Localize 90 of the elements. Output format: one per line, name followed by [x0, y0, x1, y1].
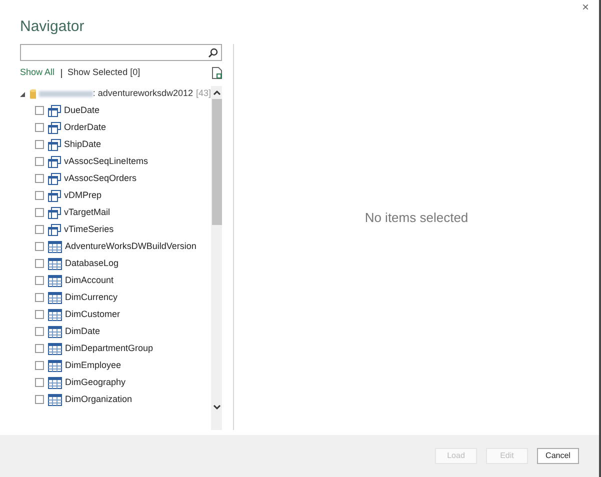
tree-item[interactable]: OrderDate [20, 119, 211, 136]
tree-item[interactable]: ShipDate [20, 136, 211, 153]
table-icon [48, 274, 62, 286]
table-icon [48, 326, 62, 338]
item-label: DatabaseLog [65, 256, 119, 270]
checkbox[interactable] [35, 395, 44, 404]
item-label: DimOrganization [65, 392, 132, 406]
tree-item[interactable]: DimDate [20, 323, 211, 340]
item-label: DimEmployee [65, 358, 122, 372]
checkbox[interactable] [35, 106, 44, 115]
view-icon [48, 190, 61, 202]
database-icon [30, 89, 36, 99]
checkbox[interactable] [35, 174, 44, 183]
item-label: vAssocSeqLineItems [64, 154, 148, 168]
tree-item[interactable]: DimDepartmentGroup [20, 340, 211, 357]
table-icon [48, 394, 62, 406]
tree-item[interactable]: vDMPrep [20, 187, 211, 204]
item-label: DueDate [64, 104, 100, 117]
table-icon [48, 376, 62, 388]
tree-item[interactable]: DatabaseLog [20, 255, 211, 272]
table-icon [48, 240, 62, 252]
checkbox[interactable] [35, 378, 44, 387]
tree-item[interactable]: vAssocSeqOrders [20, 170, 211, 187]
tree-item[interactable]: DueDate [20, 102, 211, 119]
empty-message: No items selected [364, 208, 468, 227]
table-icon [48, 258, 62, 270]
search-icon [208, 48, 218, 58]
item-count: [43] [196, 87, 211, 100]
item-label: vTimeSeries [64, 222, 114, 236]
checkbox[interactable] [35, 191, 44, 200]
view-icon [48, 156, 61, 168]
item-label: DimCustomer [65, 308, 120, 321]
checkbox[interactable] [35, 225, 44, 234]
checkbox[interactable] [35, 327, 44, 336]
view-icon [48, 206, 61, 218]
filter-link[interactable]: Show All [20, 66, 55, 80]
tree-item[interactable]: DimEmployee [20, 357, 211, 374]
view-icon [48, 104, 61, 116]
tree-item[interactable]: vAssocSeqLineItems [20, 153, 211, 170]
view-icon [48, 224, 61, 236]
item-label: OrderDate [64, 120, 106, 134]
close-button[interactable]: × [578, 1, 593, 13]
item-label: AdventureWorksDWBuildVersion [65, 240, 196, 253]
expand-arrow-icon[interactable] [20, 92, 25, 96]
table-icon [48, 342, 62, 354]
checkbox[interactable] [35, 276, 44, 285]
checkbox[interactable] [35, 208, 44, 217]
search-field[interactable] [20, 44, 222, 61]
checkbox[interactable] [35, 140, 44, 149]
item-label: ShipDate [64, 138, 102, 151]
scroll-down-icon[interactable] [212, 405, 220, 410]
tree-item[interactable]: DimOrganization [20, 391, 211, 408]
tree-item[interactable]: vTimeSeries [20, 221, 211, 238]
view-icon [48, 172, 61, 184]
tree-item[interactable]: DimAccount [20, 272, 211, 289]
table-icon [48, 360, 62, 372]
checkbox[interactable] [35, 123, 44, 132]
item-label: DimAccount [65, 274, 114, 287]
checkbox[interactable] [35, 259, 44, 268]
view-icon [48, 122, 61, 134]
view-icon [48, 138, 61, 150]
item-label: vAssocSeqOrders [64, 172, 137, 185]
dialog-button[interactable]: Cancel [537, 448, 579, 464]
tree-item[interactable]: DimGeography [20, 374, 211, 391]
scroll-up-icon[interactable] [212, 90, 220, 95]
item-label: DimCurrency [65, 290, 118, 304]
checkbox[interactable] [35, 157, 44, 166]
tree-item[interactable]: DimCurrency [20, 289, 211, 306]
document-icon[interactable] [212, 67, 222, 79]
tree-item[interactable]: AdventureWorksDWBuildVersion [20, 238, 211, 255]
table-icon [48, 308, 62, 320]
item-label: vTargetMail [64, 206, 110, 219]
server-label[interactable]: : adventureworksdw2012 [92, 87, 193, 101]
item-label: DimGeography [65, 376, 126, 389]
item-label: vDMPrep [64, 188, 102, 202]
scrollbar[interactable] [211, 86, 222, 430]
checkbox[interactable] [35, 293, 44, 302]
checkbox[interactable] [35, 310, 44, 319]
checkbox[interactable] [35, 344, 44, 353]
item-label: DimDate [65, 324, 100, 338]
scrollbar-thumb[interactable] [212, 99, 222, 225]
filter-link[interactable]: Show Selected [0] [68, 66, 140, 80]
window-title: Navigator [20, 17, 84, 37]
table-icon [48, 292, 62, 304]
tree-item[interactable]: vTargetMail [20, 204, 211, 221]
item-label: DimDepartmentGroup [65, 342, 154, 355]
redacted-text [39, 91, 93, 97]
checkbox[interactable] [35, 242, 44, 251]
tree-item[interactable]: DimCustomer [20, 306, 211, 323]
checkbox[interactable] [35, 361, 44, 370]
